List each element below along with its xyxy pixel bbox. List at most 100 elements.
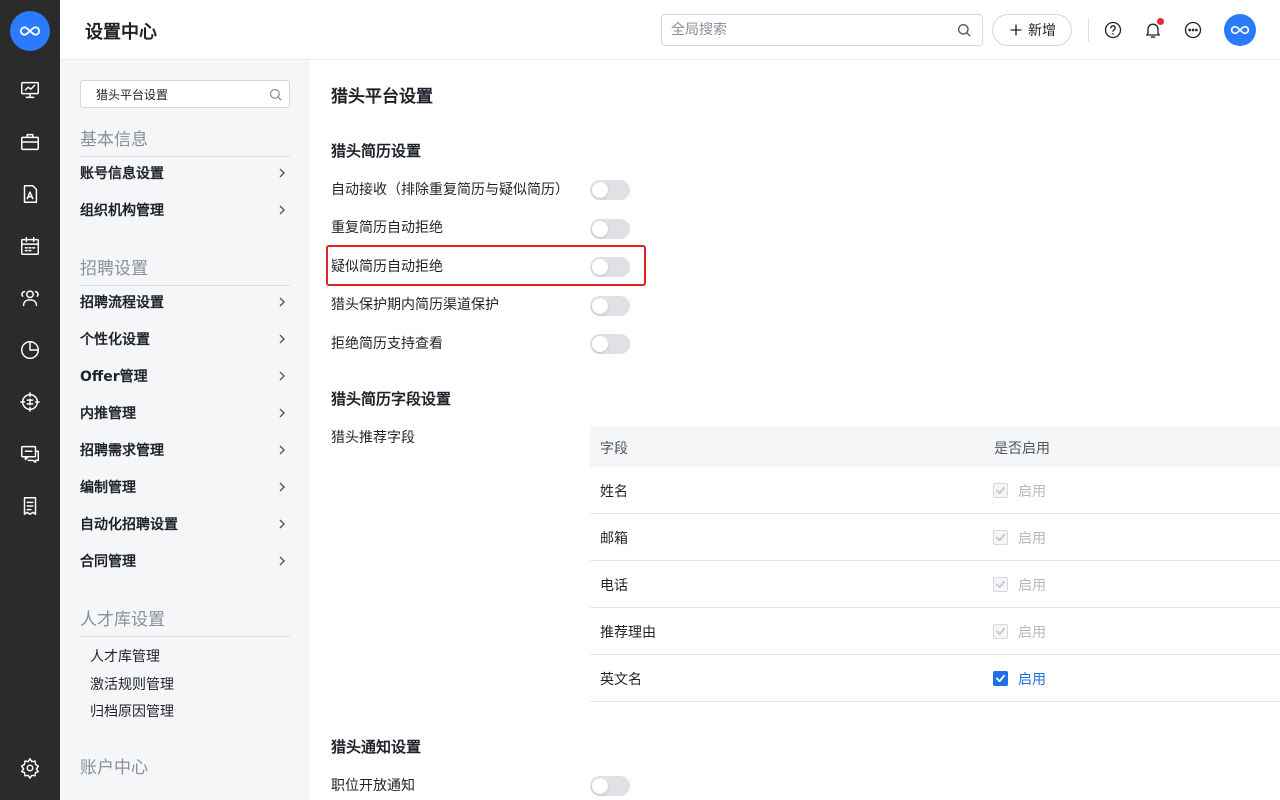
- search-icon[interactable]: [956, 22, 972, 38]
- sidebar-item-account[interactable]: 账号信息设置: [80, 161, 290, 185]
- top-header: 设置中心 新增: [60, 0, 1280, 60]
- header-divider: [1088, 18, 1089, 42]
- sidebar-item-requirement[interactable]: 招聘需求管理: [80, 438, 290, 462]
- infinity-logo-icon: [19, 26, 41, 36]
- group-divider: [80, 636, 290, 637]
- field-name: 推荐理由: [600, 625, 656, 641]
- enable-label: 启用: [1018, 484, 1046, 500]
- chevron-right-icon: [279, 168, 285, 178]
- sidebar-item-label: 组织机构管理: [80, 203, 164, 219]
- check-icon: [995, 580, 1006, 589]
- sidebar-item-offer[interactable]: Offer管理: [80, 364, 290, 388]
- column-header-enabled: 是否启用: [994, 441, 1050, 457]
- sidebar-item-referral[interactable]: 内推管理: [80, 401, 290, 425]
- chevron-right-icon: [279, 334, 285, 344]
- chevron-right-icon: [279, 482, 285, 492]
- search-icon[interactable]: [268, 87, 283, 102]
- check-icon: [995, 674, 1006, 683]
- toggle-position-open-notify[interactable]: [590, 776, 630, 796]
- table-header: 字段 是否启用: [590, 426, 1280, 467]
- enable-checkbox: [993, 577, 1008, 592]
- resume-icon[interactable]: [18, 182, 42, 206]
- section-title-resume: 猎头简历设置: [331, 142, 422, 160]
- enable-checkbox: [993, 483, 1008, 498]
- group-divider: [80, 156, 290, 157]
- document-icon[interactable]: [18, 494, 42, 518]
- global-search[interactable]: [661, 14, 983, 46]
- sidebar-search-input[interactable]: [81, 81, 261, 107]
- add-button[interactable]: 新增: [992, 14, 1072, 46]
- sidebar-item-automation[interactable]: 自动化招聘设置: [80, 512, 290, 536]
- check-icon: [995, 533, 1006, 542]
- table-row: 姓名 启用: [590, 467, 1280, 514]
- group-title-account: 账户中心: [80, 758, 148, 778]
- sidebar-item-label: 招聘需求管理: [80, 443, 164, 459]
- field-name: 英文名: [600, 672, 642, 688]
- sidebar-item-label: 自动化招聘设置: [80, 517, 178, 533]
- sidebar-item-label: 个性化设置: [80, 332, 150, 348]
- chevron-right-icon: [279, 445, 285, 455]
- sidebar-item-label: 编制管理: [80, 480, 136, 496]
- toggle-knob: [592, 182, 608, 198]
- table-row: 英文名 启用: [590, 655, 1280, 702]
- sidebar-subitem-activation-rules[interactable]: 激活规则管理: [90, 674, 174, 694]
- chevron-right-icon: [279, 408, 285, 418]
- toggle-duplicate-reject[interactable]: [590, 219, 630, 239]
- enable-checkbox[interactable]: [993, 671, 1008, 686]
- pie-chart-icon[interactable]: [18, 338, 42, 362]
- users-icon[interactable]: [18, 286, 42, 310]
- check-icon: [995, 627, 1006, 636]
- chat-icon[interactable]: [18, 442, 42, 466]
- monitor-icon[interactable]: [18, 78, 42, 102]
- sidebar-item-label: Offer管理: [80, 369, 148, 385]
- global-search-input[interactable]: [662, 15, 942, 45]
- setting-label: 重复简历自动拒绝: [331, 220, 443, 236]
- toggle-knob: [592, 336, 608, 352]
- calendar-icon[interactable]: [18, 234, 42, 258]
- sidebar-item-personalize[interactable]: 个性化设置: [80, 327, 290, 351]
- setting-label: 猎头保护期内简历渠道保护: [331, 297, 499, 313]
- chevron-right-icon: [279, 556, 285, 566]
- enable-label: 启用: [1018, 625, 1046, 641]
- sidebar-item-headcount[interactable]: 编制管理: [80, 475, 290, 499]
- chevron-right-icon: [279, 205, 285, 215]
- briefcase-icon[interactable]: [18, 130, 42, 154]
- toggle-knob: [592, 298, 608, 314]
- enable-checkbox: [993, 530, 1008, 545]
- help-icon[interactable]: [1102, 19, 1124, 41]
- sidebar-subitem-archive-reasons[interactable]: 归档原因管理: [90, 701, 174, 721]
- toggle-knob: [592, 259, 608, 275]
- toggle-channel-protect[interactable]: [590, 296, 630, 316]
- content-title: 猎头平台设置: [331, 87, 433, 107]
- sidebar-item-label: 合同管理: [80, 554, 136, 570]
- page-title: 设置中心: [85, 22, 157, 43]
- group-title-basic: 基本信息: [80, 130, 148, 150]
- toggle-auto-receive[interactable]: [590, 180, 630, 200]
- sidebar-item-organization[interactable]: 组织机构管理: [80, 198, 290, 222]
- avatar[interactable]: [1224, 14, 1256, 46]
- table-row: 电话 启用: [590, 561, 1280, 608]
- add-button-label: 新增: [1028, 23, 1056, 39]
- toggle-suspected-reject[interactable]: [590, 257, 630, 277]
- sidebar-item-process[interactable]: 招聘流程设置: [80, 290, 290, 314]
- enable-label[interactable]: 启用: [1018, 669, 1046, 689]
- bell-icon[interactable]: [1142, 18, 1164, 41]
- app-logo[interactable]: [10, 11, 50, 51]
- sidebar-item-label: 内推管理: [80, 406, 136, 422]
- setting-label: 职位开放通知: [331, 778, 415, 794]
- field-name: 电话: [600, 578, 628, 594]
- target-icon[interactable]: [18, 390, 42, 414]
- chevron-right-icon: [279, 371, 285, 381]
- check-icon: [995, 486, 1006, 495]
- plus-icon: [1010, 24, 1022, 36]
- toggle-view-rejected[interactable]: [590, 334, 630, 354]
- setting-label: 拒绝简历支持查看: [331, 336, 443, 352]
- enable-checkbox: [993, 624, 1008, 639]
- sidebar-item-contract[interactable]: 合同管理: [80, 549, 290, 573]
- sidebar-subitem-talent-pool[interactable]: 人才库管理: [90, 646, 160, 666]
- more-icon[interactable]: [1182, 19, 1204, 41]
- sidebar-search[interactable]: [80, 80, 290, 108]
- group-divider: [80, 285, 290, 286]
- setting-label: 自动接收（排除重复简历与疑似简历）: [331, 182, 569, 198]
- settings-icon[interactable]: [18, 756, 42, 780]
